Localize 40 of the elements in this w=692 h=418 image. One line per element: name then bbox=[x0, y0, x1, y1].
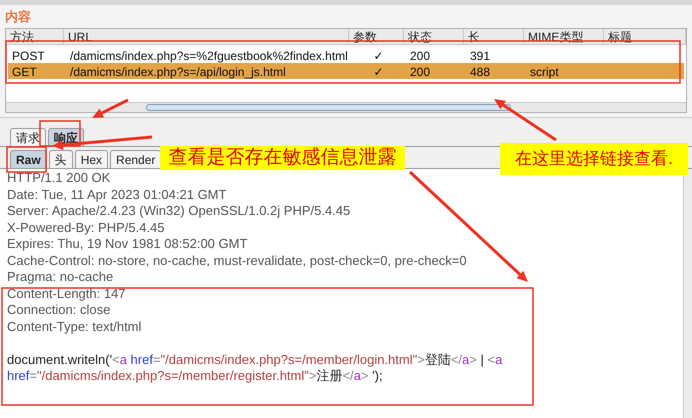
header-line: Expires: Thu, 19 Nov 1981 08:52:00 GMT bbox=[7, 236, 248, 252]
tab[interactable]: 头 bbox=[48, 150, 73, 168]
table-cell-text: ✓ bbox=[374, 64, 384, 81]
table-cell-text: POST bbox=[12, 48, 45, 65]
scrollbar-thumb[interactable] bbox=[146, 104, 511, 111]
code-line: href="/damicms/index.php?s=/member/register.html">注册</a> '); bbox=[7, 368, 383, 384]
tab[interactable]: 请求 bbox=[10, 128, 46, 146]
header-line: Content-Length: 147 bbox=[7, 286, 126, 302]
arrow bbox=[92, 98, 129, 118]
horizontal-scrollbar[interactable] bbox=[6, 102, 686, 112]
header-line: HTTP/1.1 200 OK bbox=[7, 170, 110, 186]
table-cell-text: /damicms/index.php?s=/api/login_js.html bbox=[70, 64, 286, 81]
table-cell-text: 200 bbox=[410, 64, 430, 81]
tab[interactable]: Raw bbox=[10, 150, 47, 168]
vertical-scrollbar[interactable] bbox=[683, 169, 692, 418]
highlight-frame bbox=[39, 120, 81, 147]
header-line: X-Powered-By: PHP/5.4.45 bbox=[7, 220, 165, 236]
table-cell-text: /damicms/index.php?s=%2fguestbook%2findex.html bbox=[70, 48, 348, 65]
tab[interactable]: Hex bbox=[74, 150, 108, 168]
code-line: document.writeln('<a href="/damicms/index.php?s=/member/login.html">登陆</a> | <a bbox=[7, 352, 502, 368]
highlight-frame bbox=[6, 146, 47, 173]
table-cell-text: 488 bbox=[470, 64, 490, 81]
arrow bbox=[494, 99, 557, 142]
header-line: Server: Apache/2.4.23 (Win32) OpenSSL/1.0.2j PHP/5.4.45 bbox=[7, 203, 350, 220]
table-cell-text: 391 bbox=[470, 48, 490, 65]
header-line: Connection: close bbox=[7, 302, 110, 318]
table-cell-text: GET bbox=[12, 64, 37, 81]
callout: 查看是否存在敏感信息泄露 bbox=[160, 146, 405, 170]
table-cell-text: 200 bbox=[410, 48, 430, 65]
header-line: Date: Tue, 11 Apr 2023 01:04:21 GMT bbox=[7, 186, 226, 203]
header-line: Cache-Control: no-store, no-cache, must-revalidate, post-check=0, pre-check=0 bbox=[7, 252, 467, 269]
table-cell-text: script bbox=[530, 64, 559, 81]
header-line: Content-Type: text/html bbox=[7, 318, 142, 335]
header-line: Pragma: no-cache bbox=[7, 269, 114, 286]
table-row[interactable]: GET /damicms/index.php?s=/api/login_js.html ✓ 200 488 script bbox=[8, 63, 684, 79]
section-title: 内容 bbox=[5, 9, 31, 25]
table-cell-text: ✓ bbox=[374, 48, 384, 65]
tab[interactable]: Render bbox=[110, 150, 162, 168]
splitter-bar[interactable] bbox=[0, 117, 692, 125]
callout: 在这里选择链接查看. bbox=[500, 143, 688, 175]
